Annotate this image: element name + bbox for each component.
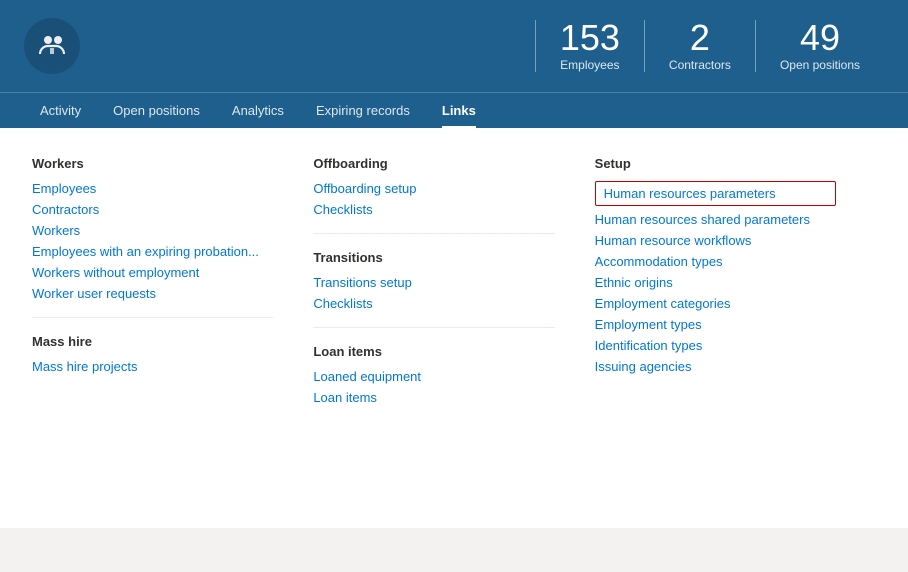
section-link[interactable]: Workers without employment [32, 265, 273, 280]
section-link[interactable]: Identification types [595, 338, 836, 353]
section-divider [313, 233, 554, 234]
stat-item: 153 Employees [535, 20, 644, 72]
nav-item-analytics[interactable]: Analytics [216, 93, 300, 128]
section-link[interactable]: Loaned equipment [313, 369, 554, 384]
section-link[interactable]: Offboarding setup [313, 181, 554, 196]
nav-item-expiring-records[interactable]: Expiring records [300, 93, 426, 128]
stat-number: 49 [780, 20, 860, 56]
stat-label: Open positions [780, 58, 860, 72]
main-nav: ActivityOpen positionsAnalyticsExpiring … [0, 92, 908, 128]
section-link[interactable]: Employment categories [595, 296, 836, 311]
column-workers: Workers Employees Contractors Workers Employ… [32, 156, 313, 411]
section-link[interactable]: Employment types [595, 317, 836, 332]
app-icon [24, 18, 80, 74]
section-link[interactable]: Employees [32, 181, 273, 196]
section-link[interactable]: Workers [32, 223, 273, 238]
section-link[interactable]: Accommodation types [595, 254, 836, 269]
column-offboarding: Offboarding Offboarding setup Checklists Tr… [313, 156, 594, 411]
column-setup: Setup Human resources parameters Human res… [595, 156, 876, 411]
page-header: 153 Employees 2 Contractors 49 Open posi… [0, 0, 908, 92]
stat-number: 2 [669, 20, 731, 56]
section-title-workers: Workers [32, 156, 273, 171]
links-columns: Workers Employees Contractors Workers Employ… [32, 156, 876, 411]
stat-item: 2 Contractors [644, 20, 755, 72]
section-link[interactable]: Ethnic origins [595, 275, 836, 290]
section-link[interactable]: Employees with an expiring probation... [32, 244, 273, 259]
subsection-title: Transitions [313, 250, 554, 265]
section-divider [313, 327, 554, 328]
section-divider [32, 317, 273, 318]
stat-label: Contractors [669, 58, 731, 72]
section-link[interactable]: Mass hire projects [32, 359, 273, 374]
section-link[interactable]: Transitions setup [313, 275, 554, 290]
nav-item-links[interactable]: Links [426, 93, 492, 128]
section-link[interactable]: Contractors [32, 202, 273, 217]
nav-item-activity[interactable]: Activity [24, 93, 97, 128]
stat-label: Employees [560, 58, 620, 72]
stats-container: 153 Employees 2 Contractors 49 Open posi… [535, 20, 884, 72]
links-content: Workers Employees Contractors Workers Employ… [0, 128, 908, 528]
section-link[interactable]: Issuing agencies [595, 359, 836, 374]
stat-item: 49 Open positions [755, 20, 884, 72]
nav-item-open-positions[interactable]: Open positions [97, 93, 216, 128]
section-title-offboarding: Offboarding [313, 156, 554, 171]
section-link[interactable]: Human resource workflows [595, 233, 836, 248]
stat-number: 153 [560, 20, 620, 56]
highlighted-link[interactable]: Human resources parameters [595, 181, 836, 206]
section-link[interactable]: Worker user requests [32, 286, 273, 301]
subsection-title: Loan items [313, 344, 554, 359]
section-link[interactable]: Checklists [313, 296, 554, 311]
subsection-title: Mass hire [32, 334, 273, 349]
section-link[interactable]: Checklists [313, 202, 554, 217]
section-link[interactable]: Loan items [313, 390, 554, 405]
section-link[interactable]: Human resources shared parameters [595, 212, 836, 227]
section-title-setup: Setup [595, 156, 836, 171]
